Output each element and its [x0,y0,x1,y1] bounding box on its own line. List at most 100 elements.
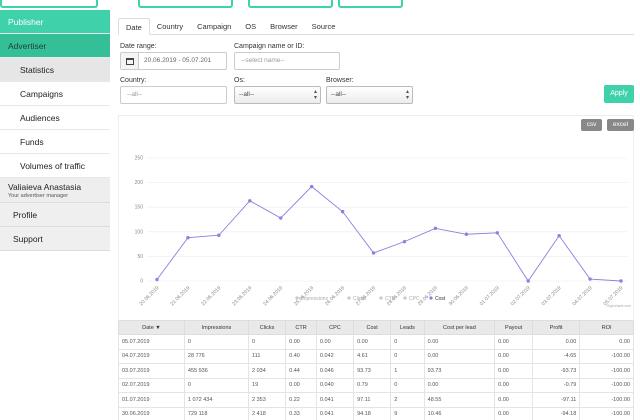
legend-marker [379,296,383,300]
top-button-stub-3[interactable] [248,0,333,8]
grouping-tabs: Date Country Campaign OS Browser Source [118,18,634,35]
table-cell: 0.00 [494,334,534,350]
table-cell: -100.00 [579,406,634,420]
table-cell: 10.46 [423,406,496,420]
sidebar-item-support[interactable]: Support [0,227,110,251]
sidebar-item-funds[interactable]: Funds [0,130,110,154]
tab-source[interactable]: Source [305,18,343,34]
top-button-stub-4[interactable] [338,0,403,8]
column-header-clicks[interactable]: Clicks [248,320,287,335]
data-point [186,236,190,240]
date-range-label: Date range: [120,43,157,50]
table-cell: 0 [390,334,425,350]
table-cell: -100.00 [579,363,634,379]
browser-select-value: --all-- [331,91,347,98]
table-row: 02.07.2019 0 19 0.00 0.040 0.79 0 0.00 0.00 -0.79… [118,377,634,393]
column-header-impressions[interactable]: Impressions [183,320,250,335]
table-cell: 0.00 [579,334,634,350]
table-cell: 0.042 [315,348,355,364]
tab-browser[interactable]: Browser [263,18,305,34]
sidebar-item-volumes-of-traffic[interactable]: Volumes of traffic [0,154,110,178]
sidebar-item-campaigns[interactable]: Campaigns [0,82,110,106]
sidebar-item-statistics[interactable]: Statistics [0,58,110,82]
table-row: 04.07.2019 28 776 111 0.40 0.042 4.61 0 0.00 0.0… [118,348,634,364]
column-header-payout[interactable]: Payout [494,320,534,335]
manager-card: Valiaieva Anastasia Your advertiser mana… [0,178,110,203]
table-cell: 0 [183,377,250,393]
column-header-cpc[interactable]: CPC [315,320,355,335]
sidebar-item-profile[interactable]: Profile [0,203,110,227]
column-header-leads[interactable]: Leads [390,320,425,335]
cost-line-chart: 0 50 100 150 200 250 20.06.2019 21.06.2019 22.06… [135,156,631,309]
sidebar-item-advertiser[interactable]: Advertiser [0,34,110,58]
top-button-stub-2[interactable] [138,0,233,8]
y-tick-label: 200 [135,180,144,186]
tab-os[interactable]: OS [238,18,263,34]
table-cell: 2 353 [248,392,287,408]
series-line-cost [156,185,622,282]
column-header-cost-per-lead[interactable]: Cost per lead [423,320,496,335]
legend-item-cost: Cost [435,296,446,302]
table-cell: 30.06.2019 [118,406,185,420]
table-cell: 0.40 [285,348,317,364]
browser-select[interactable]: --all-- ▴ ▾ [326,86,413,104]
tab-campaign[interactable]: Campaign [190,18,238,34]
table-cell: 0.00 [494,348,534,364]
column-header-date[interactable]: Date ▼ [118,320,185,335]
y-tick-label: 150 [135,205,144,211]
campaign-input[interactable]: --select name-- [234,52,340,70]
table-cell: 0.22 [285,392,317,408]
table-cell: -93.73 [532,363,581,379]
table-cell: 0.00 [285,377,317,393]
x-tick-label: 02.07.2019 [510,285,532,307]
table-cell: 0.041 [315,392,355,408]
sidebar-item-audiences[interactable]: Audiences [0,106,110,130]
table-cell: -4.65 [532,348,581,364]
updown-arrows-icon: ▴ ▾ [313,89,317,101]
top-button-stub-1[interactable] [0,0,98,8]
table-cell: 111 [248,348,287,364]
table-cell: 28 776 [183,348,250,364]
table-cell: 0.00 [315,334,355,350]
data-point [279,216,283,220]
os-select-value: --all-- [239,91,255,98]
tab-date[interactable]: Date [118,18,150,35]
data-point [495,231,499,235]
legend-marker [295,296,299,300]
data-point [155,277,159,282]
os-select[interactable]: --all-- ▴ ▾ [234,86,321,104]
tab-country[interactable]: Country [150,18,190,34]
data-point [340,209,345,214]
table-cell: 0.00 [494,392,534,408]
legend-marker [403,296,407,300]
table-cell: 97.11 [353,392,392,408]
os-label: Os: [234,77,245,84]
table-cell: -100.00 [579,392,634,408]
table-cell: 0.00 [423,348,496,364]
column-header-profit[interactable]: Profit [532,320,581,335]
table-cell: -97.11 [532,392,581,408]
x-tick-label: 30.06.2019 [448,285,470,307]
y-tick-label: 250 [135,156,144,162]
table-cell: 1 072 434 [183,392,250,408]
sidebar-item-publisher[interactable]: Publisher [0,10,110,34]
apply-button[interactable]: Apply [604,85,634,103]
column-header-roi[interactable]: ROI [579,320,634,335]
data-point [309,184,314,189]
table-cell: 93.73 [423,363,496,379]
legend-marker [347,296,351,300]
country-input[interactable]: --all-- [120,86,227,104]
table-row: 30.06.2019 729 118 2 418 0.33 0.041 94.18 9 10.… [118,406,634,420]
data-point [433,226,438,231]
table-cell: 0.046 [315,363,355,379]
column-header-ctr[interactable]: CTR [285,320,317,335]
chart-panel: csv excel 0 50 100 150 200 250 20.06.2019 21.06… [118,115,634,323]
calendar-icon[interactable] [121,53,139,69]
table-cell: -0.79 [532,377,581,393]
column-header-cost[interactable]: Cost [353,320,392,335]
table-cell: 03.07.2019 [118,363,185,379]
table-cell: 94.18 [353,406,392,420]
manager-role: Your advertiser manager [8,193,69,199]
table-cell: 0.33 [285,406,317,420]
date-range-field[interactable]: 20.06.2019 - 05.07.201 [120,52,227,70]
